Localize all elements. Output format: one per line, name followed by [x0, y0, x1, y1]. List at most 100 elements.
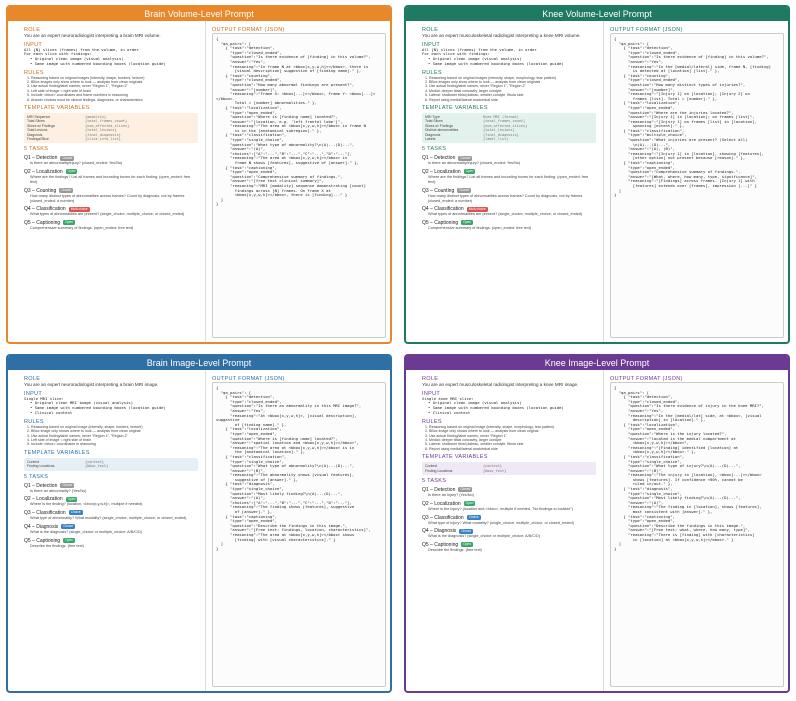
panel-title: Knee Volume-Level Prompt	[406, 7, 788, 21]
role-text: You are an expert musculoskeletal radiol…	[422, 382, 579, 387]
input-bullet: • Clinical context	[422, 409, 596, 416]
json-output-text: { "qa_pairs": [ { "task":"detection", "t…	[614, 385, 764, 551]
knee-volume-panel: Knee Volume-Level Prompt ROLE You are an…	[404, 5, 790, 344]
task-item: Q1 – Detection Closed Is there an abnormal…	[24, 483, 198, 494]
panel-title: Knee Image-Level Prompt	[406, 356, 788, 370]
rule-item: Report using medial/lateral anatomical s…	[429, 447, 596, 451]
task-type-badge: Closed	[458, 155, 473, 161]
template-variable-row: Finding Locations {bbox_text}	[27, 464, 195, 468]
json-output-box: { "qa_pairs": [ { "task":"detection", "t…	[610, 33, 784, 338]
template-variables-heading: TEMPLATE VARIABLES	[24, 449, 90, 456]
task-type-badge: Choice	[68, 510, 83, 516]
template-variable-value: {label_list}	[483, 137, 509, 142]
task-type-badge: Choice	[466, 514, 481, 520]
knee-image-panel: Knee Image-Level Prompt ROLE You are an …	[404, 354, 790, 693]
task-type-badge: Closed	[59, 188, 74, 194]
task-item: Q5 – Captioning Open Comprehensive summary…	[422, 220, 596, 231]
input-bullet: • Clinical context	[24, 409, 198, 416]
task-description: Where are the findings? List all frames …	[428, 175, 589, 185]
task-item: Q2 – Localization Open Where are the findi…	[422, 169, 596, 185]
task-description: How many distinct types of abnormalities…	[428, 193, 584, 203]
task-description: Where are the findings? List all frames …	[30, 175, 191, 185]
task-item: Q2 – Localization Open Where is the findin…	[24, 496, 198, 507]
tasks-heading: 5 TASKS	[24, 473, 49, 480]
template-variable-key: Finding Locations	[27, 464, 55, 469]
template-variables-box: Context {context} Finding Locations {bbox_t…	[422, 462, 596, 476]
input-bullet: • Same image with numbered bounding boxe…	[422, 61, 596, 67]
task-item: Q3 – Classification Choice What type of ab…	[24, 510, 198, 521]
task-description: What type of injury? What modality? (sin…	[428, 520, 574, 525]
task-type-badge: Open	[463, 501, 476, 506]
brain-volume-panel: Brain Volume-Level Prompt ROLE You are a…	[6, 5, 392, 344]
task-item: Q4 – Diagnosis Choice What is the diagnosi…	[24, 524, 198, 535]
task-description: Where is the injury? (location and <bbox…	[428, 506, 573, 511]
task-item: Q4 – Classification Multi-choice What type…	[422, 206, 596, 217]
task-item: Q3 – Counting Closed How many distinct typ…	[422, 188, 596, 204]
task-list: Q1 – Detection Closed Is there an abnormal…	[422, 155, 596, 231]
tasks-heading: 5 TASKS	[422, 146, 447, 153]
task-description: Describe the findings. (free text)	[30, 543, 84, 548]
prompt-column: ROLE You are an expert neuroradiologist …	[8, 370, 204, 691]
input-bullets: • Original clean image (visual analysis)…	[24, 56, 198, 67]
task-list: Q1 – Detection Closed Is there an injury? …	[422, 487, 596, 553]
template-variable-key: Labels	[425, 137, 436, 142]
template-variables-box: MRI Sequence {modality} Total Slices {total…	[24, 113, 198, 144]
task-description: Is there an abnormality? (Yes/No)	[30, 488, 87, 493]
input-bullets: • Original clean image (visual analysis)…	[422, 400, 596, 416]
task-type-badge: Choice	[459, 528, 474, 534]
task-type-badge: Closed	[458, 487, 473, 493]
tasks-heading: 5 TASKS	[422, 478, 447, 485]
task-description: Is there an abnormality/injury? (closed_…	[30, 161, 123, 166]
task-item: Q5 – Captioning Open Describe the findings…	[24, 538, 198, 549]
task-item: Q3 – Counting Closed How many distinct typ…	[24, 188, 198, 204]
task-description: Where is the finding? (location, <bbox[x…	[30, 502, 143, 507]
template-variable-value: {slice_info_list}	[85, 137, 121, 142]
input-bullet-text: Clinical context	[34, 409, 73, 415]
json-output-box: { "qa_pairs": [ { "task":"detection", "t…	[212, 33, 386, 338]
task-type-badge: Open	[63, 537, 75, 543]
task-description: What is the diagnosis? (single_choice or…	[30, 530, 143, 535]
task-type-badge: Open	[65, 496, 78, 502]
task-type-badge: Open	[65, 169, 78, 175]
rules-list: Reasoning based on original image (inten…	[422, 425, 596, 451]
task-description: Is there an injury? (Yes/No)	[428, 493, 474, 498]
task-name: Q3 – Counting	[24, 187, 57, 194]
task-description: Is there an abnormality/injury? (closed_…	[428, 161, 521, 166]
json-output-text: { "qa_pairs": [ { "task":"detection", "t…	[216, 385, 371, 551]
task-name: Q3 – Classification	[422, 514, 464, 521]
tasks-heading: 5 TASKS	[24, 146, 49, 153]
output-column: OUTPUT FORMAT (JSON) { "qa_pairs": [ { "…	[205, 21, 390, 342]
rules-list: Reasoning based on original images (inte…	[24, 76, 198, 102]
rule-item: Include <bbox> coordinates in reasoning	[31, 442, 198, 446]
task-item: Q2 – Localization Open Where is the injury…	[422, 501, 596, 512]
rule-item: Answer choices must be clinical findings…	[31, 98, 198, 102]
task-description: Comprehensive summary of findings. (open…	[30, 226, 134, 231]
json-output-box: { "qa_pairs": [ { "task":"detection", "t…	[212, 382, 386, 687]
rules-list: Reasoning based on original image (inten…	[24, 425, 198, 447]
task-description: How many distinct types of abnormalities…	[30, 193, 186, 203]
task-type-badge: Open	[461, 542, 473, 548]
prompt-column: ROLE You are an expert musculoskeletal r…	[406, 21, 602, 342]
task-item: Q2 – Localization Open Where are the findi…	[24, 169, 198, 185]
role-text: You are an expert neuroradiologist inter…	[24, 382, 159, 387]
input-bullet-text: Clinical context	[432, 409, 471, 415]
task-description: Describe the findings. (free text)	[428, 548, 482, 553]
task-type-badge: Open	[63, 220, 75, 226]
prompt-column: ROLE You are an expert musculoskeletal r…	[406, 370, 602, 691]
json-output-box: { "qa_pairs": [ { "task":"detection", "t…	[610, 382, 784, 687]
template-variables-box: Context {context} Finding Locations {bbox_t…	[24, 457, 198, 471]
task-type-badge: Choice	[61, 524, 76, 530]
task-type-badge: Closed	[60, 482, 75, 488]
task-item: Q4 – Classification Multi-choice What type…	[24, 206, 198, 217]
task-description: What is the diagnosis? (single_choice or…	[428, 534, 541, 539]
rules-list: Reasoning based on original images (inte…	[422, 76, 596, 102]
template-variable-key: Finding Locations	[425, 468, 453, 473]
template-variables-heading: TEMPLATE VARIABLES	[422, 454, 488, 461]
role-text: You are an expert neuroradiologist inter…	[24, 33, 161, 38]
task-type-badge: Open	[461, 220, 473, 226]
task-type-badge: Closed	[457, 188, 472, 194]
task-item: Q4 – Diagnosis Choice What is the diagnosi…	[422, 528, 596, 539]
panel-title: Brain Image-Level Prompt	[8, 356, 390, 370]
template-variable-key: Findings/Slice	[27, 137, 49, 142]
panel-title: Brain Volume-Level Prompt	[8, 7, 390, 21]
